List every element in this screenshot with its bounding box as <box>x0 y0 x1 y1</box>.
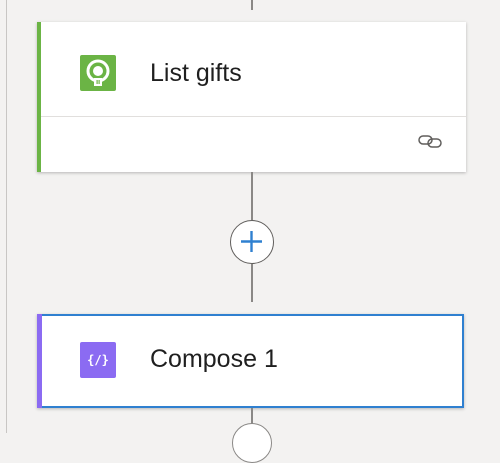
card-title: Compose 1 <box>150 345 278 373</box>
connector-middle-lower <box>251 264 253 302</box>
card-accent-bar <box>37 22 41 172</box>
insert-step-button[interactable] <box>230 220 274 264</box>
card-divider <box>41 116 466 117</box>
card-accent-bar <box>37 314 42 408</box>
flow-canvas: List gifts {/} Compose 1 <box>0 0 500 463</box>
left-panel-edge <box>0 0 7 433</box>
action-card-list-gifts[interactable]: List gifts <box>37 22 466 172</box>
link-icon[interactable] <box>417 132 443 150</box>
compose-braces-icon: {/} <box>80 342 116 378</box>
plus-icon <box>241 231 262 252</box>
connector-middle-upper <box>251 172 253 220</box>
action-card-compose-1[interactable]: {/} Compose 1 <box>37 314 464 408</box>
gift-connector-icon <box>80 55 116 91</box>
card-title: List gifts <box>150 59 242 87</box>
compose-glyph: {/} <box>87 353 109 367</box>
insert-step-button-partial[interactable] <box>232 423 272 463</box>
connector-top <box>251 0 253 10</box>
